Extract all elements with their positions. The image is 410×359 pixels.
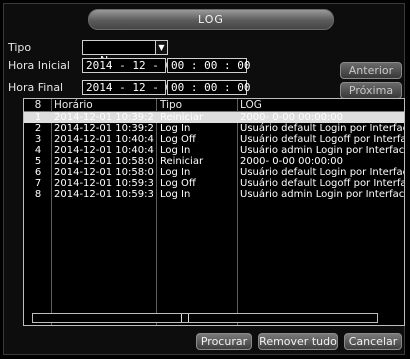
cell-tipo: Log In bbox=[160, 145, 191, 156]
window-title: LOG bbox=[88, 9, 334, 30]
table-row[interactable]: 3 2014-12-01 10:40:49 Log Off Usuário defau… bbox=[24, 134, 404, 145]
cell-log: Usuário default Logoff por Interface bbox=[240, 178, 404, 189]
cell-horario: 2014-12-01 10:39:25 bbox=[54, 123, 154, 134]
header-log: LOG bbox=[240, 99, 262, 111]
table-body: 1 2014-12-01 10:39:25 Reiniciar 2000- 0-00 … bbox=[24, 112, 404, 200]
log-window: LOG Tipo No ▼ Hora Inicial 2014 - 12 - 0… bbox=[3, 3, 405, 355]
cell-tipo: Log In bbox=[160, 189, 191, 200]
table-row[interactable]: 5 2014-12-01 10:58:07 Reiniciar 2000- 0-00 … bbox=[24, 156, 404, 167]
cell-tipo: Reiniciar bbox=[160, 156, 204, 167]
cell-index: 3 bbox=[34, 134, 42, 145]
cell-horario: 2014-12-01 10:40:49 bbox=[54, 134, 154, 145]
cell-log: Usuário admin Login por Interface bbox=[240, 145, 404, 156]
hora-final-label: Hora Final bbox=[8, 81, 64, 94]
procurar-button[interactable]: Procurar bbox=[196, 333, 252, 350]
hora-inicial-time-field[interactable]: 00 : 00 : 00 bbox=[167, 58, 250, 73]
table-header: 8 Horário Tipo LOG bbox=[24, 99, 404, 112]
proxima-button[interactable]: Próxima bbox=[340, 82, 402, 99]
cell-index: 8 bbox=[34, 189, 42, 200]
log-table: 8 Horário Tipo LOG 1 2014-12-01 10:39:25 R… bbox=[23, 98, 405, 326]
cell-log: 2000- 0-00 00:00:00 bbox=[240, 112, 344, 123]
cell-tipo: Reiniciar bbox=[160, 112, 204, 123]
cell-log: Usuário default Logoff por Interface bbox=[240, 134, 404, 145]
cell-index: 6 bbox=[34, 167, 42, 178]
tipo-label: Tipo bbox=[8, 41, 32, 54]
cell-index: 7 bbox=[34, 178, 42, 189]
tipo-select[interactable]: No ▼ bbox=[82, 40, 168, 67]
cell-index: 4 bbox=[34, 145, 42, 156]
table-row[interactable]: 7 2014-12-01 10:59:32 Log Off Usuário defau… bbox=[24, 178, 404, 189]
cell-tipo: Log Off bbox=[160, 134, 196, 145]
cell-horario: 2014-12-01 10:59:32 bbox=[54, 189, 154, 200]
cell-horario: 2014-12-01 10:39:25 bbox=[54, 112, 154, 123]
cell-log: Usuário default Login por Interface bbox=[240, 123, 404, 134]
cell-index: 2 bbox=[34, 123, 42, 134]
cell-log: 2000- 0-00 00:00:00 bbox=[240, 156, 344, 167]
header-horario: Horário bbox=[54, 99, 93, 111]
hora-final-time-field[interactable]: 00 : 00 : 00 bbox=[167, 80, 250, 95]
hora-inicial-label: Hora Inicial bbox=[8, 59, 70, 72]
anterior-button[interactable]: Anterior bbox=[340, 62, 402, 79]
cancelar-button[interactable]: Cancelar bbox=[344, 333, 402, 350]
cell-tipo: Log In bbox=[160, 167, 191, 178]
table-row[interactable]: 8 2014-12-01 10:59:32 Log In Usuário admin … bbox=[24, 189, 404, 200]
cell-log: Usuário default Login por Interface bbox=[240, 167, 404, 178]
cell-horario: 2014-12-01 10:58:07 bbox=[54, 167, 154, 178]
remover-tudo-button[interactable]: Remover tudo bbox=[258, 333, 338, 350]
hora-final-date-field[interactable]: 2014 - 12 - 02 bbox=[82, 80, 179, 95]
cell-tipo: Log Off bbox=[160, 178, 196, 189]
cell-horario: 2014-12-01 10:58:07 bbox=[54, 156, 154, 167]
table-row[interactable]: 1 2014-12-01 10:39:25 Reiniciar 2000- 0-00 … bbox=[24, 112, 404, 123]
table-row[interactable]: 4 2014-12-01 10:40:49 Log In Usuário admin … bbox=[24, 145, 404, 156]
table-row[interactable]: 6 2014-12-01 10:58:07 Log In Usuário defaul… bbox=[24, 167, 404, 178]
horizontal-scrollbar[interactable] bbox=[32, 313, 378, 323]
cell-index: 1 bbox=[34, 112, 42, 123]
cell-horario: 2014-12-01 10:59:32 bbox=[54, 178, 154, 189]
header-tipo: Tipo bbox=[160, 99, 183, 111]
cell-horario: 2014-12-01 10:40:49 bbox=[54, 145, 154, 156]
table-row[interactable]: 2 2014-12-01 10:39:25 Log In Usuário defaul… bbox=[24, 123, 404, 134]
cell-log: Usuário admin Login por Interface bbox=[240, 189, 404, 200]
header-index: 8 bbox=[34, 99, 42, 111]
cell-index: 5 bbox=[34, 156, 42, 167]
cell-tipo: Log In bbox=[160, 123, 191, 134]
hora-inicial-date-field[interactable]: 2014 - 12 - 01 bbox=[82, 58, 179, 73]
chevron-down-icon[interactable]: ▼ bbox=[155, 41, 167, 54]
scroll-thumb[interactable] bbox=[181, 314, 189, 322]
